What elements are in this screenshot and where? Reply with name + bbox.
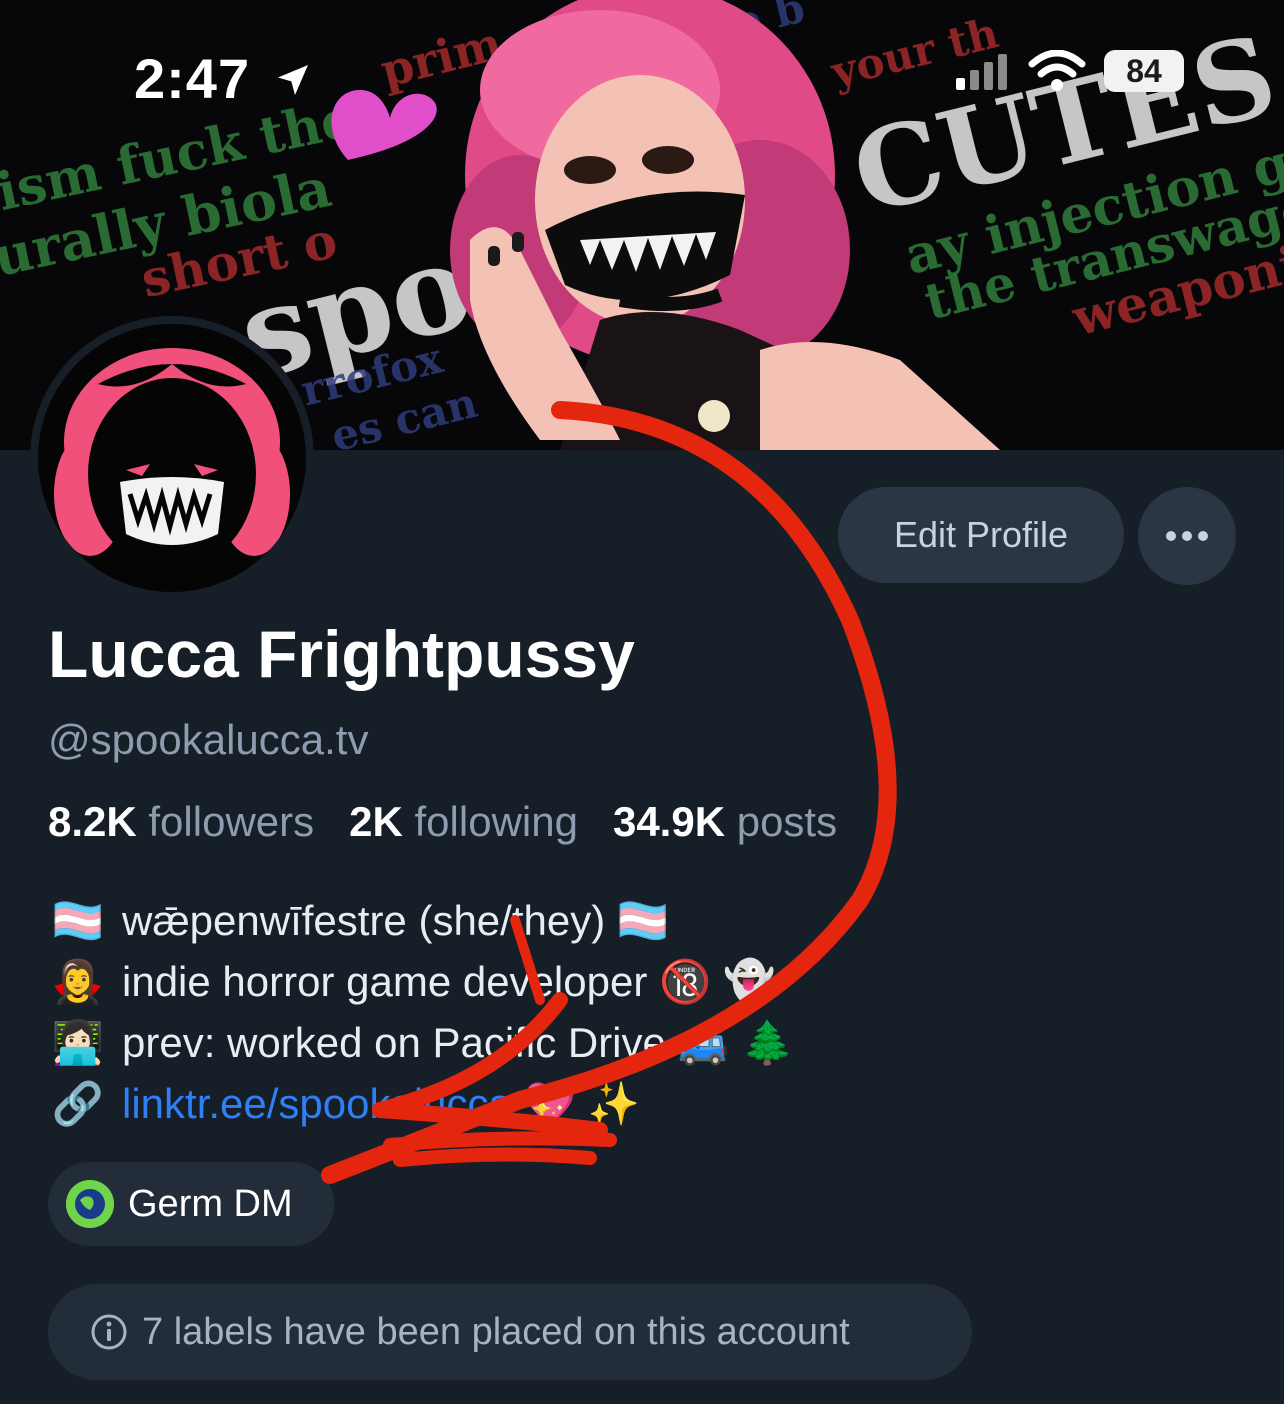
- followers-stat[interactable]: 8.2K followers: [48, 798, 314, 845]
- ellipsis-icon: [1166, 531, 1208, 541]
- car-tree-icons: 🚙 🌲: [677, 1019, 794, 1066]
- vampire-icon: 🧛‍♀️: [51, 958, 105, 1005]
- battery-icon: 84: [1104, 50, 1184, 92]
- adult-ghost-icons: 🔞 👻: [658, 958, 776, 1005]
- labels-notice-text: 7 labels have been placed on this accoun…: [142, 1310, 850, 1353]
- display-name: Lucca Frightpussy: [48, 617, 635, 691]
- bio-line: 👩🏻‍💻 prev: worked on Pacific Drive 🚙 🌲: [48, 1012, 794, 1073]
- trans-flag-icon: 🏳️‍⚧️: [616, 897, 670, 944]
- bio-line: 🏳️‍⚧️ wǣpenwīfestre (she/they) 🏳️‍⚧️: [48, 890, 794, 951]
- link-icon: 🔗: [51, 1080, 105, 1127]
- avatar-illustration: [54, 348, 290, 570]
- avatar-image: [38, 324, 306, 592]
- avatar[interactable]: [30, 316, 314, 600]
- following-stat[interactable]: 2K following: [349, 798, 578, 845]
- germ-dm-button[interactable]: Germ DM: [48, 1162, 334, 1246]
- profile-bio: 🏳️‍⚧️ wǣpenwīfestre (she/they) 🏳️‍⚧️ 🧛‍♀️…: [48, 890, 794, 1134]
- bio-line: 🔗 linktr.ee/spookalucca 💖 ✨: [48, 1073, 794, 1134]
- edit-profile-button[interactable]: Edit Profile: [838, 487, 1124, 583]
- heart-sparkles-icons: 💖 ✨: [523, 1080, 640, 1127]
- battery-level: 84: [1126, 52, 1162, 89]
- status-bar: 2:47 84: [0, 0, 1284, 150]
- signal-icon: [956, 54, 1007, 90]
- technologist-icon: 👩🏻‍💻: [51, 1019, 105, 1066]
- trans-flag-icon: 🏳️‍⚧️: [51, 897, 105, 944]
- posts-stat: 34.9K posts: [612, 798, 838, 845]
- status-icons: 84: [956, 50, 1184, 92]
- germ-logo-icon: [66, 1180, 114, 1228]
- status-time: 2:47: [134, 46, 313, 111]
- info-icon: [91, 1314, 127, 1350]
- bio-line: 🧛‍♀️ indie horror game developer 🔞 👻: [48, 951, 794, 1012]
- labels-notice-button[interactable]: 7 labels have been placed on this accoun…: [48, 1284, 972, 1380]
- bio-link[interactable]: linktr.ee/spookalucca: [122, 1080, 512, 1127]
- profile-handle: @spookalucca.tv: [48, 716, 369, 763]
- profile-stats: 8.2K followers 2K following 34.9K posts: [48, 798, 837, 846]
- more-options-button[interactable]: [1138, 487, 1236, 585]
- germ-dm-label: Germ DM: [128, 1182, 293, 1225]
- location-arrow-icon: [277, 65, 308, 95]
- wifi-icon: [1028, 50, 1086, 91]
